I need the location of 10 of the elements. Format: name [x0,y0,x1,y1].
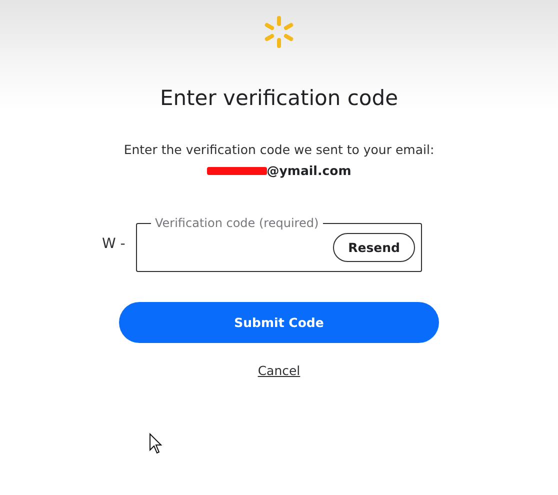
cancel-link[interactable]: Cancel [258,363,300,378]
code-prefix: W - [102,236,126,252]
redaction-mark [206,166,267,174]
mouse-pointer-icon [149,433,163,455]
page-title: Enter verification code [160,86,398,110]
resend-button[interactable]: Resend [333,233,415,262]
submit-button[interactable]: Submit Code [119,302,439,343]
email-address: @ymail.com [266,163,352,178]
instruction-text: Enter the verification code we sent to your email: [124,142,434,157]
verification-code-field[interactable]: Verification code (required) Resend [136,216,422,272]
